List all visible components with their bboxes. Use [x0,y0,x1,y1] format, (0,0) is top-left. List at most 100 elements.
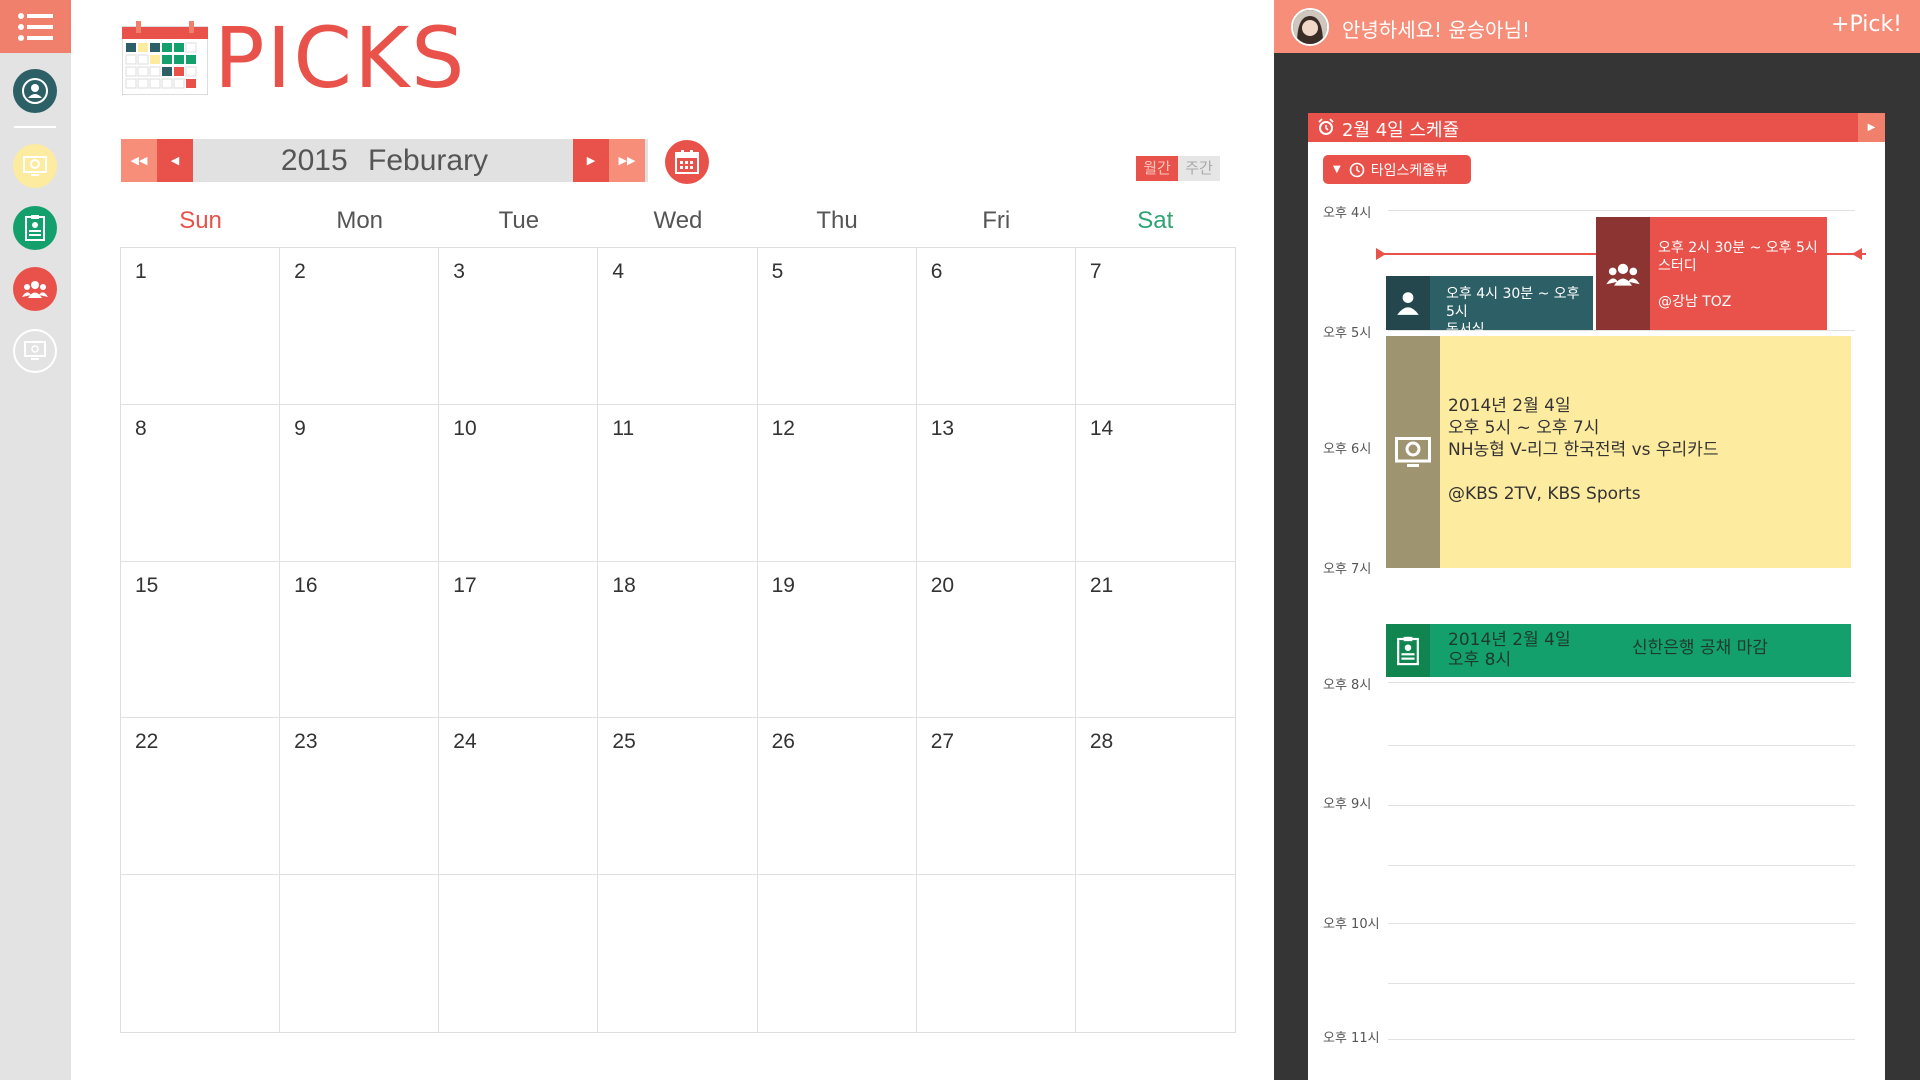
event-icon-box [1386,336,1440,568]
day-cell[interactable]: 8 [121,404,281,562]
day-cell[interactable]: 7 [1075,248,1235,405]
weekday-label: Tue [498,207,540,234]
month-title: 2015 Feburary [121,139,648,182]
prev-year-button[interactable]: ◀◀ [121,139,157,182]
day-cell[interactable] [917,875,1076,1032]
event-details: 2014년 2월 4일 오후 8시 [1448,630,1608,670]
double-left-arrow-icon: ◀◀ [130,154,148,167]
event-date: 2014년 2월 4일 [1448,396,1571,416]
sidebar-item-group[interactable] [13,267,57,311]
calendar-logo-icon [122,21,208,95]
day-cell[interactable]: 5 [757,248,917,405]
event-reading-room[interactable]: 오후 4시 30분 ~ 오후 5시 독서실 [1386,276,1593,338]
event-application-deadline[interactable]: 2014년 2월 4일 오후 8시 신한은행 공채 마감 [1386,624,1851,677]
hour-line [1388,682,1855,683]
alarm-clock-icon [1318,118,1334,135]
weekday-header: Sun Mon Tue Wed Thu Fri Sat [121,207,1235,243]
day-cell[interactable]: 19 [757,561,917,719]
day-cell[interactable]: 18 [598,561,758,719]
day-cell[interactable] [280,875,440,1032]
day-cell[interactable]: 28 [1075,718,1235,876]
day-cell[interactable]: 21 [1075,562,1235,719]
week-view-button[interactable]: 주간 [1178,156,1220,181]
event-place: @KBS 2TV, KBS Sports [1448,484,1641,504]
event-study[interactable]: 오후 2시 30분 ~ 오후 5시 스터디 @강남 TOZ [1596,217,1827,330]
event-volleyball-broadcast[interactable]: 2014년 2월 4일 오후 5시 ~ 오후 7시 NH농협 V-리그 한국전력… [1386,336,1851,568]
day-cell[interactable] [758,875,917,1032]
double-right-arrow-icon: ▶▶ [618,154,636,167]
event-title: 신한은행 공채 마감 [1632,638,1768,658]
schedule-view-dropdown[interactable]: ▼ 타임스케쥴뷰 [1323,155,1471,184]
day-cell[interactable]: 17 [439,561,599,719]
event-date: 2014년 2월 4일 [1448,630,1571,650]
hour-line [1388,745,1855,746]
day-cell[interactable]: 1 [121,248,281,405]
group-icon [1606,263,1640,286]
month-view-button[interactable]: 월간 [1136,156,1178,181]
hour-line [1388,1039,1855,1040]
weekday-label: Mon [336,207,384,234]
day-cell[interactable]: 22 [121,718,281,876]
day-cell[interactable]: 9 [280,404,440,562]
event-icon-box [1596,217,1650,330]
month-navigator: 2015 Feburary ◀◀ ◀ ▶ ▶▶ [121,139,648,182]
calendar-picker-button[interactable] [665,140,709,184]
schedule-next-button[interactable]: ▶ [1858,113,1885,142]
sidebar-item-jobs[interactable] [13,206,57,250]
day-cell[interactable]: 27 [916,718,1076,876]
year-label: 2015 [280,144,348,177]
avatar[interactable] [1291,8,1329,46]
right-arrow-icon: ▶ [586,154,596,167]
calendar-grid: 1 2 3 4 5 6 7 8 9 10 11 12 13 14 15 16 1… [120,247,1236,1033]
time-label: 오후 10시 [1323,917,1380,932]
next-month-button[interactable]: ▶ [573,139,609,182]
day-cell[interactable]: 16 [280,561,440,719]
day-cell[interactable] [1076,875,1235,1032]
tv-icon [23,156,47,176]
right-panel: 안녕하세요! 윤승아님! +Pick! 2월 4일 스케쥴 ▶ ▼ 타임스케쥴뷰… [1274,0,1920,1080]
day-cell[interactable]: 11 [598,404,758,562]
prev-month-button[interactable]: ◀ [157,139,193,182]
add-pick-button[interactable]: +Pick! [1831,12,1902,37]
next-year-button[interactable]: ▶▶ [609,139,645,182]
day-cell[interactable]: 3 [439,248,599,405]
menu-button[interactable] [0,0,71,53]
weekday-label: Sat [1137,207,1174,234]
sidebar-item-tv[interactable] [13,144,57,188]
day-cell[interactable]: 15 [121,561,281,719]
day-cell[interactable] [598,875,758,1032]
sidebar-item-monitor[interactable] [13,329,57,373]
day-cell[interactable]: 12 [757,404,917,562]
day-cell[interactable] [121,875,281,1032]
day-cell[interactable]: 13 [916,404,1076,562]
day-cell[interactable]: 6 [916,248,1076,405]
schedule-title: 2월 4일 스케쥴 [1342,120,1460,141]
day-cell[interactable]: 10 [439,404,599,562]
day-cell[interactable]: 25 [598,718,758,876]
sidebar-item-profile[interactable] [13,69,57,113]
tv-icon [1395,437,1431,467]
day-cell[interactable]: 23 [280,718,440,876]
monitor-icon [24,341,46,360]
user-icon [22,78,48,104]
weekday-label: Wed [653,207,703,234]
day-cell[interactable]: 2 [280,248,440,405]
schedule-title-bar: 2월 4일 스케쥴 ▶ [1308,113,1885,142]
day-cell[interactable]: 24 [439,718,599,876]
day-cell[interactable] [439,875,599,1032]
time-label: 오후 9시 [1323,797,1372,812]
view-toggle: 월간 주간 [1136,156,1220,181]
time-label: 오후 6시 [1323,442,1372,457]
event-details: 2014년 2월 4일 오후 5시 ~ 오후 7시 NH농협 V-리그 한국전력… [1448,395,1848,505]
day-cell[interactable]: 14 [1075,405,1235,562]
left-marker-icon [1376,248,1386,260]
weekday-label: Thu [816,207,858,234]
weekday-label: Sun [179,207,222,234]
day-cell[interactable]: 4 [598,248,758,405]
day-cell[interactable]: 26 [757,718,917,876]
dropdown-arrow-icon: ▼ [1333,164,1341,175]
calendar-icon [675,150,699,174]
hour-line [1388,865,1855,866]
event-place: @강남 TOZ [1658,294,1732,310]
day-cell[interactable]: 20 [916,561,1076,719]
